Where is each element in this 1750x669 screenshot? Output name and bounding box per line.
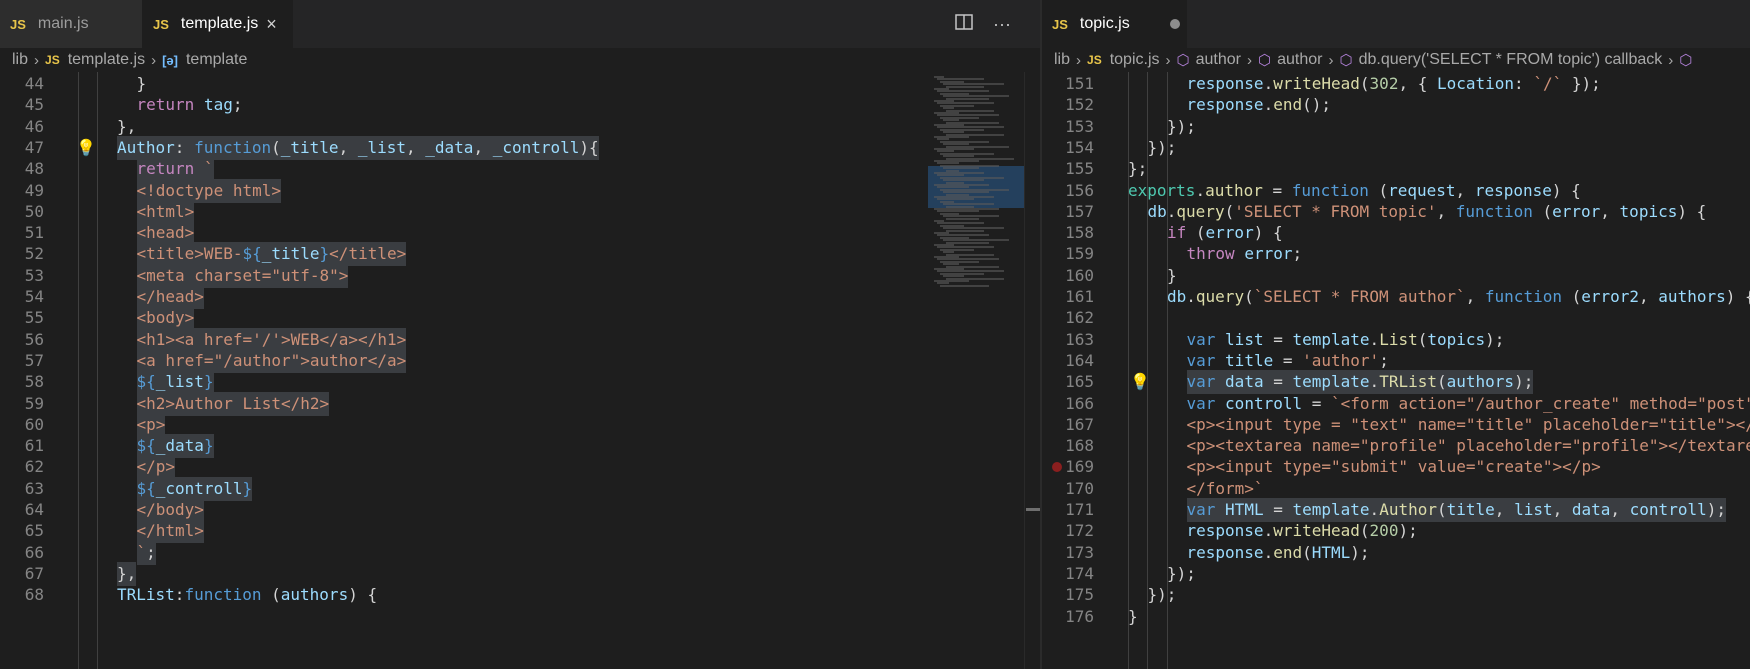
minimap-line bbox=[946, 217, 979, 220]
tab-main-js[interactable]: JS main.js bbox=[0, 0, 143, 48]
tab-label: template.js bbox=[180, 15, 259, 32]
js-file-icon: JS bbox=[1052, 16, 1068, 32]
method-icon: ⬡ bbox=[1176, 52, 1190, 69]
breadcrumb-folder[interactable]: lib bbox=[12, 51, 28, 69]
split-editor-icon[interactable] bbox=[955, 13, 973, 35]
unsaved-dot-icon[interactable] bbox=[1169, 19, 1180, 29]
js-file-icon: JS bbox=[45, 53, 60, 67]
method-icon: ⬡ bbox=[1679, 52, 1693, 69]
breadcrumb-file-label: topic.js bbox=[1109, 51, 1160, 68]
editor-actions: ··· bbox=[955, 0, 1011, 48]
method-icon: ⬡ bbox=[1339, 52, 1353, 69]
tab-bar-left: JS main.js JS template.js × ··· bbox=[0, 0, 1040, 48]
minimap-line bbox=[946, 229, 984, 232]
breadcrumb-symbol-label: author bbox=[1277, 51, 1323, 68]
scrollbar-thumb[interactable] bbox=[1026, 508, 1040, 511]
breadcrumb-file-label: template.js bbox=[67, 51, 146, 68]
editor-group-left: JS main.js JS template.js × ··· lib › JS… bbox=[0, 0, 1040, 669]
chevron-right-icon: › bbox=[1668, 51, 1674, 69]
scrollbar-left[interactable] bbox=[1024, 72, 1040, 669]
minimap-line bbox=[940, 284, 989, 287]
breadcrumb-file[interactable]: JS template.js bbox=[45, 51, 145, 69]
breadcrumb-symbol-author-2[interactable]: ⬡ author bbox=[1258, 51, 1322, 69]
breadcrumb-left: lib › JS template.js › [ə] template bbox=[0, 48, 1040, 72]
tab-bar-right: JS topic.js bbox=[1042, 0, 1750, 48]
code-editor-left[interactable]: 44} 45 return tag; 46}, 47 💡 Author: function(… bbox=[0, 72, 1040, 669]
breadcrumb-symbol[interactable]: [ə] template bbox=[162, 51, 247, 69]
indent-guide bbox=[1167, 72, 1168, 669]
chevron-right-icon: › bbox=[1246, 51, 1252, 69]
code-editor-right[interactable]: 151 response.writeHead(302, { Location: `… bbox=[1042, 72, 1750, 669]
indent-guide bbox=[78, 72, 79, 669]
js-file-icon: JS bbox=[1087, 53, 1102, 67]
indent-guide bbox=[97, 72, 98, 669]
minimap-line bbox=[946, 85, 984, 88]
indent-guide bbox=[1128, 72, 1129, 669]
breadcrumb-right: lib › JS topic.js › ⬡ author › ⬡ author … bbox=[1042, 48, 1750, 72]
line-number: 176 bbox=[1065, 606, 1094, 626]
chevron-right-icon: › bbox=[1076, 51, 1082, 69]
breadcrumb-symbol-more[interactable]: ⬡ bbox=[1679, 51, 1698, 69]
chevron-right-icon: › bbox=[1328, 51, 1334, 69]
tab-topic-js[interactable]: JS topic.js bbox=[1042, 0, 1187, 48]
breadcrumb-symbol-label: template bbox=[185, 51, 248, 68]
close-icon[interactable]: × bbox=[266, 14, 277, 35]
chevron-right-icon: › bbox=[34, 51, 40, 69]
more-actions-icon[interactable]: ··· bbox=[993, 14, 1011, 35]
editor-group-right: JS topic.js lib › JS topic.js › ⬡ author… bbox=[1042, 0, 1750, 669]
line-number: 68 bbox=[24, 585, 44, 605]
method-icon: ⬡ bbox=[1257, 52, 1272, 69]
js-file-icon: JS bbox=[153, 16, 169, 32]
indent-guide bbox=[1147, 72, 1148, 669]
chevron-right-icon: › bbox=[1165, 51, 1171, 69]
code-text: TRList:function (authors) { bbox=[117, 585, 378, 605]
chevron-right-icon: › bbox=[151, 51, 157, 69]
tab-label: main.js bbox=[37, 15, 89, 32]
tab-label: topic.js bbox=[1079, 15, 1130, 32]
code-line[interactable]: 68 TRList:function (authors) { bbox=[0, 583, 1040, 607]
breadcrumb-file[interactable]: JS topic.js bbox=[1087, 51, 1159, 69]
tab-template-js[interactable]: JS template.js × bbox=[143, 0, 293, 48]
minimap[interactable] bbox=[928, 72, 1024, 669]
breadcrumb-symbol-author[interactable]: ⬡ author bbox=[1177, 51, 1241, 69]
js-file-icon: JS bbox=[10, 16, 26, 32]
breadcrumb-symbol-label: author bbox=[1195, 51, 1241, 68]
variable-icon: [ə] bbox=[162, 52, 178, 68]
breadcrumb-folder[interactable]: lib bbox=[1054, 51, 1070, 69]
breadcrumb-symbol-label: db.query('SELECT * FROM topic') callback bbox=[1358, 51, 1663, 68]
breadcrumb-symbol-callback[interactable]: ⬡ db.query('SELECT * FROM topic') callba… bbox=[1339, 51, 1662, 69]
code-text: } bbox=[1128, 606, 1138, 626]
code-line[interactable]: 176} bbox=[1042, 605, 1750, 629]
